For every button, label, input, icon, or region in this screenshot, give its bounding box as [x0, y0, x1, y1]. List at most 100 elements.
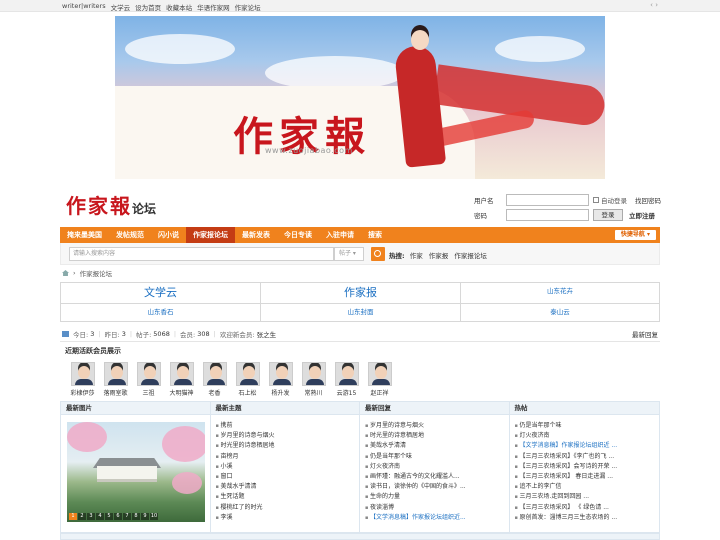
member-name[interactable]: 彩棣伊莎: [66, 388, 99, 397]
register-link[interactable]: 立即注册: [629, 210, 655, 220]
list-item[interactable]: 【三月三农场采风】 春日走进漏 ...: [515, 472, 657, 482]
home-icon[interactable]: [62, 270, 69, 276]
member-name[interactable]: 云游15: [330, 388, 363, 397]
login-button[interactable]: 登录: [593, 209, 623, 221]
list-item[interactable]: 樱桃红了的时光: [216, 503, 358, 513]
nav-item[interactable]: 发帖规范: [109, 227, 151, 243]
avatar[interactable]: [334, 362, 359, 386]
quick-nav-button[interactable]: 快捷导航 ▾: [614, 230, 656, 240]
nav-item[interactable]: 闪小说: [151, 227, 186, 243]
list-item[interactable]: 窗口: [216, 472, 358, 482]
photo-page[interactable]: 2: [78, 513, 86, 520]
list-item[interactable]: 画怀瑾：融通古今的文化耀滥人...: [365, 472, 507, 482]
member-card[interactable]: 大明猫神: [165, 362, 198, 397]
photo-page[interactable]: 3: [87, 513, 95, 520]
photo-page[interactable]: 4: [96, 513, 104, 520]
photo-page[interactable]: 10: [150, 513, 158, 520]
list-item[interactable]: 【三月三农场采风】会写诗的开荣 ...: [515, 462, 657, 472]
avatar[interactable]: [70, 362, 95, 386]
list-item[interactable]: 原创首发：淄博三月三生态农场的 ...: [515, 513, 657, 523]
search-type-select[interactable]: 帖子 ▾: [334, 247, 364, 261]
list-item[interactable]: 三月三农场.走回到回园 ...: [515, 492, 657, 502]
list-item[interactable]: 夜读淄博: [365, 503, 507, 513]
featured-photo[interactable]: 1 2 3 4 5 6 7 8 9 10: [67, 422, 205, 522]
list-item[interactable]: 携前: [216, 421, 358, 431]
member-card[interactable]: 杨升发: [264, 362, 297, 397]
list-item[interactable]: 李溪: [216, 513, 358, 523]
list-item[interactable]: 时光里的诗意栖居地: [216, 441, 358, 451]
top-link-bookmark[interactable]: 收藏本站: [166, 2, 192, 12]
member-card[interactable]: 落雨室歌: [99, 362, 132, 397]
list-item[interactable]: 【文学消息稿】作家报论坛组织近 ...: [515, 441, 657, 451]
avatar[interactable]: [367, 362, 392, 386]
list-item[interactable]: 读书日，读徐仲的《中国的食斗》...: [365, 482, 507, 492]
list-item[interactable]: 小溪: [216, 462, 358, 472]
top-link-writer[interactable]: writer|writers: [62, 2, 106, 12]
member-card[interactable]: 石上松: [231, 362, 264, 397]
member-card[interactable]: 赵正祥: [363, 362, 396, 397]
search-icon[interactable]: [371, 247, 385, 261]
member-card[interactable]: 常熟川: [297, 362, 330, 397]
list-item[interactable]: 仍是当年那个味: [515, 421, 657, 431]
avatar[interactable]: [169, 362, 194, 386]
link-cell[interactable]: 山东香石: [61, 304, 261, 321]
avatar[interactable]: [136, 362, 161, 386]
list-item[interactable]: 生命的力量: [365, 492, 507, 502]
list-item[interactable]: 【三月三农场采风】 《 绿色请 ...: [515, 503, 657, 513]
photo-page[interactable]: 8: [132, 513, 140, 520]
username-input[interactable]: [506, 194, 589, 206]
list-item[interactable]: 岁月里的诗意与烟火: [365, 421, 507, 431]
nav-item[interactable]: 入驻申请: [319, 227, 361, 243]
hot-term[interactable]: 作家报: [429, 252, 449, 260]
member-card[interactable]: 老香: [198, 362, 231, 397]
member-card[interactable]: 云游15: [330, 362, 363, 397]
photo-page[interactable]: 7: [123, 513, 131, 520]
latest-reply-link[interactable]: 最新回复: [632, 329, 658, 339]
link-cell[interactable]: 作家报: [261, 283, 461, 304]
member-name[interactable]: 落雨室歌: [99, 388, 132, 397]
topbar-arrows[interactable]: ‹ ›: [650, 1, 658, 9]
avatar[interactable]: [202, 362, 227, 386]
list-item[interactable]: 美哉水乎清清: [365, 441, 507, 451]
member-name[interactable]: 赵正祥: [363, 388, 396, 397]
search-input[interactable]: 请输入搜索内容: [69, 247, 334, 261]
avatar[interactable]: [103, 362, 128, 386]
top-link-set-home[interactable]: 设为首页: [135, 2, 161, 12]
member-name[interactable]: 石上松: [231, 388, 264, 397]
nav-item-active[interactable]: 作家报论坛: [186, 227, 235, 243]
member-name[interactable]: 常熟川: [297, 388, 330, 397]
list-item[interactable]: 灯火夜济南: [515, 431, 657, 441]
member-card[interactable]: 彩棣伊莎: [66, 362, 99, 397]
nav-item[interactable]: 最新发表: [235, 227, 277, 243]
member-name[interactable]: 老香: [198, 388, 231, 397]
avatar[interactable]: [268, 362, 293, 386]
top-link-forum[interactable]: 作家论坛: [235, 2, 261, 12]
hot-term[interactable]: 作家报论坛: [454, 252, 487, 260]
hot-term[interactable]: 作家: [410, 252, 423, 260]
member-name[interactable]: 杨升发: [264, 388, 297, 397]
member-name[interactable]: 三祖: [132, 388, 165, 397]
list-item[interactable]: 生死话题: [216, 492, 358, 502]
list-item[interactable]: 时光里的诗意栖居地: [365, 431, 507, 441]
remember-checkbox[interactable]: 自动登录: [593, 195, 627, 205]
avatar[interactable]: [235, 362, 260, 386]
top-link-wenxueyun[interactable]: 文学云: [111, 2, 131, 12]
checkbox-icon[interactable]: [593, 197, 599, 203]
photo-page[interactable]: 6: [114, 513, 122, 520]
list-item[interactable]: 亩榜月: [216, 452, 358, 462]
list-item[interactable]: 【文学消息稿】作家报论坛组织近...: [365, 513, 507, 523]
member-name[interactable]: 大明猫神: [165, 388, 198, 397]
forum-logo[interactable]: 作家報论坛: [66, 190, 156, 219]
newest-member-link[interactable]: 张之生: [257, 329, 277, 339]
list-item[interactable]: 【三月三农场采风】《李广也的飞 ...: [515, 452, 657, 462]
list-item[interactable]: 灯火夜济南: [365, 462, 507, 472]
breadcrumb-current[interactable]: 作家报论坛: [80, 268, 113, 278]
nav-item-search[interactable]: 搜索: [361, 227, 389, 243]
link-cell[interactable]: 泰山云: [461, 304, 659, 321]
link-cell[interactable]: 文学云: [61, 283, 261, 304]
member-card[interactable]: 三祖: [132, 362, 165, 397]
find-password-link[interactable]: 找回密码: [635, 195, 661, 205]
top-link-huayu[interactable]: 华语作家网: [197, 2, 230, 12]
list-item[interactable]: 美哉水乎清清: [216, 482, 358, 492]
photo-page[interactable]: 9: [141, 513, 149, 520]
